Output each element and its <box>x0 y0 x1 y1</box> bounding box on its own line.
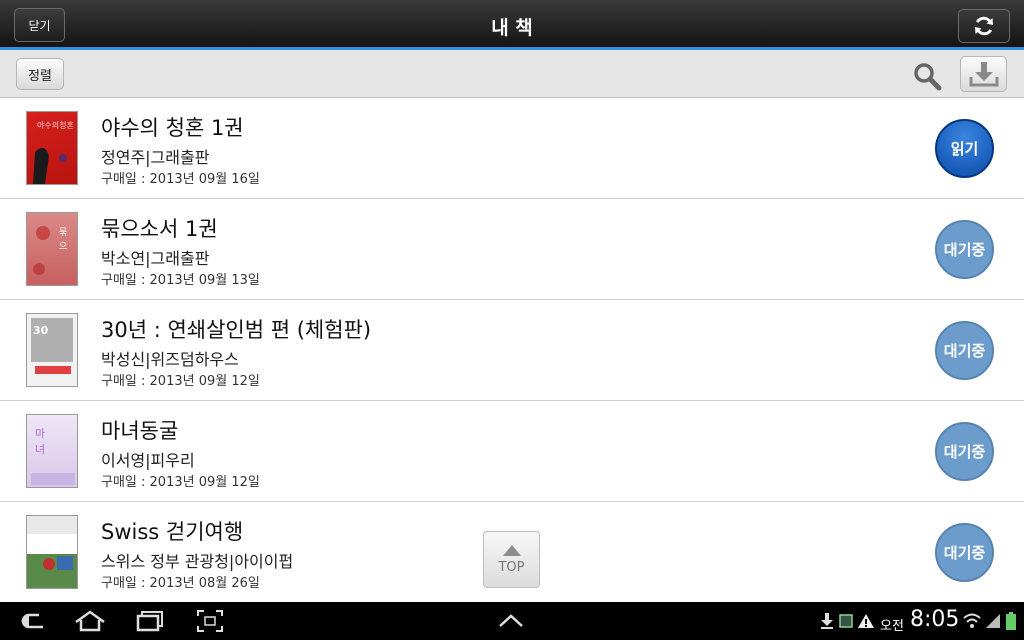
book-cover: 마 녀 <box>26 414 78 488</box>
waiting-button[interactable]: 대기중 <box>935 220 994 279</box>
book-row[interactable]: 30 30년 : 연쇄살인범 편 (체험판) 박성신|위즈덤하우스 구매일 : … <box>0 300 1024 401</box>
book-cover: 30 <box>26 313 78 387</box>
expand-button[interactable] <box>496 607 526 635</box>
scroll-top-button[interactable]: TOP <box>483 531 540 588</box>
book-title: 30년 : 연쇄살인범 편 (체험판) <box>101 318 372 342</box>
purchase-date: 구매일 : 2013년 08월 26일 <box>101 576 260 591</box>
search-button[interactable] <box>910 60 944 92</box>
download-status-icon <box>818 607 836 635</box>
purchase-date: 구매일 : 2013년 09월 12일 <box>101 374 260 389</box>
book-author: 박성신|위즈덤하우스 <box>101 350 239 369</box>
purchase-date: 구매일 : 2013년 09월 12일 <box>101 475 260 490</box>
scroll-top-label: TOP <box>498 559 525 575</box>
screenshot-icon <box>197 610 223 632</box>
wifi-icon <box>962 607 982 635</box>
svg-text:마: 마 <box>35 427 45 440</box>
title-bar: 닫기 내 책 <box>0 0 1024 50</box>
home-button[interactable] <box>73 607 107 635</box>
signal-icon <box>984 607 1002 635</box>
book-cover <box>26 515 78 589</box>
svg-text:녀: 녀 <box>35 443 45 456</box>
back-icon <box>21 613 43 629</box>
waiting-button[interactable]: 대기중 <box>935 523 994 582</box>
book-list: 야수의청혼 야수의 청혼 1권 정연주|그래출판 구매일 : 2013년 09월… <box>0 98 1024 602</box>
book-title: 마녀동굴 <box>101 419 179 443</box>
image-status-icon <box>838 607 854 635</box>
book-cover: 묶 으 <box>26 212 78 286</box>
book-title: 묶으소서 1권 <box>101 217 218 241</box>
system-bar: 오전 8:05 <box>0 602 1024 640</box>
page-title: 내 책 <box>491 17 533 39</box>
battery-icon <box>1004 607 1018 635</box>
recent-apps-icon <box>136 611 163 632</box>
purchase-date: 구매일 : 2013년 09월 16일 <box>101 172 260 187</box>
warning-icon <box>856 607 876 635</box>
waiting-button[interactable]: 대기중 <box>935 422 994 481</box>
arrow-up-icon <box>502 544 521 556</box>
waiting-button[interactable]: 대기중 <box>935 321 994 380</box>
download-button[interactable] <box>960 56 1007 92</box>
back-button[interactable] <box>16 607 48 635</box>
book-author: 정연주|그래출판 <box>101 148 210 167</box>
read-button[interactable]: 읽기 <box>935 119 994 178</box>
book-author: 스위스 정부 관광청|아이이펍 <box>101 552 294 571</box>
home-icon <box>75 610 105 632</box>
book-row[interactable]: 묶 으 묶으소서 1권 박소연|그래출판 구매일 : 2013년 09월 13일… <box>0 199 1024 300</box>
book-row[interactable]: 마 녀 마녀동굴 이서영|피우리 구매일 : 2013년 09월 12일 대기중 <box>0 401 1024 502</box>
book-title: Swiss 걷기여행 <box>101 520 244 544</box>
search-icon <box>914 63 942 91</box>
chevron-up-icon <box>499 614 523 627</box>
refresh-button[interactable] <box>958 9 1010 43</box>
clock: 8:05 <box>910 607 960 632</box>
svg-text:묶: 묶 <box>59 227 67 238</box>
toolbar: 정렬 <box>0 50 1024 98</box>
book-cover: 야수의청혼 <box>26 111 78 185</box>
book-author: 이서영|피우리 <box>101 451 195 470</box>
svg-text:으: 으 <box>59 241 67 252</box>
refresh-icon <box>975 16 993 36</box>
time-ampm: 오전 <box>880 619 904 634</box>
book-row[interactable]: 야수의청혼 야수의 청혼 1권 정연주|그래출판 구매일 : 2013년 09월… <box>0 98 1024 199</box>
screenshot-button[interactable] <box>195 607 225 635</box>
recent-apps-button[interactable] <box>134 607 166 635</box>
book-title: 야수의 청혼 1권 <box>101 116 244 140</box>
svg-text:야수의청혼: 야수의청혼 <box>37 120 74 130</box>
download-icon <box>969 62 998 87</box>
svg-text:30: 30 <box>33 324 49 337</box>
sort-button[interactable]: 정렬 <box>16 58 64 90</box>
purchase-date: 구매일 : 2013년 09월 13일 <box>101 273 260 288</box>
book-author: 박소연|그래출판 <box>101 249 210 268</box>
